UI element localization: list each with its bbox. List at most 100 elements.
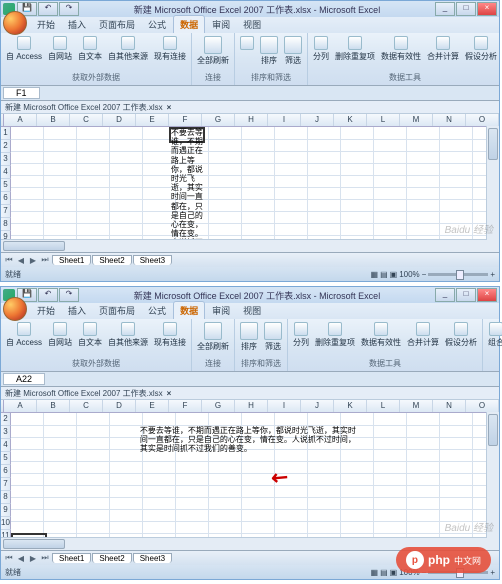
whatif-button[interactable]: 假设分析 [443,321,479,349]
text-to-col-button[interactable]: 分列 [291,321,311,349]
col-header-J[interactable]: J [301,400,334,412]
row-header-4[interactable]: 4 [1,439,11,452]
col-header-G[interactable]: G [202,114,235,126]
refresh-all-button[interactable]: 全部刷新 [195,35,231,67]
doc-close-icon[interactable]: × [167,103,172,112]
col-header-M[interactable]: M [400,114,433,126]
filter-button[interactable]: 筛选 [262,321,284,353]
office-button[interactable] [3,11,27,35]
validation-button[interactable]: 数据有效性 [379,35,423,63]
row-header-8[interactable]: 8 [1,218,11,231]
qat-redo-icon[interactable]: ↷ [59,2,79,16]
hscroll[interactable] [1,239,487,252]
sheet-nav-first[interactable]: ⏮ [3,255,15,265]
tab-data[interactable]: 数据 [173,15,205,33]
zoom-level[interactable]: 100% [399,270,419,279]
row-header-6[interactable]: 6 [1,192,11,205]
qat[interactable]: 💾 ↶ ↷ [17,288,79,302]
doc-filename[interactable]: 新建 Microsoft Office Excel 2007 工作表.xlsx [5,102,163,113]
sheet-nav-prev[interactable]: ◀ [15,554,27,563]
tab-home[interactable]: 开始 [31,302,61,319]
col-header-B[interactable]: B [37,400,70,412]
zoom-in-button[interactable]: + [490,568,495,577]
col-header-A[interactable]: A [4,114,37,126]
existing-conn-button[interactable]: 现有连接 [152,35,188,63]
zoom-out-button[interactable]: − [422,270,427,279]
col-header-K[interactable]: K [334,400,367,412]
existing-conn-button[interactable]: 现有连接 [152,321,188,349]
cell-merged-text[interactable]: 不要去等谁，不期而遇正在路上等你，都说时光飞逝，其实时间一直都在，只是自己的心在… [139,425,361,455]
col-header-O[interactable]: O [466,114,499,126]
row-header-7[interactable]: 7 [1,205,11,218]
col-header-L[interactable]: L [367,114,400,126]
consolidate-button[interactable]: 合并计算 [425,35,461,63]
view-break-icon[interactable]: ▣ [390,568,398,577]
sheet-nav-next[interactable]: ▶ [27,554,39,563]
cell-f1-text[interactable]: 不要去等谁，不期而遇正在路上等你，都说时光飞逝，其实时间一直都在，只是自己的心在… [170,127,208,252]
row-header-3[interactable]: 3 [1,153,11,166]
row-header-8[interactable]: 8 [1,491,11,504]
col-header-F[interactable]: F [169,114,202,126]
view-break-icon[interactable]: ▣ [390,270,398,279]
col-header-H[interactable]: H [235,114,268,126]
sheet-nav-prev[interactable]: ◀ [15,256,27,265]
view-layout-icon[interactable]: ▤ [380,568,388,577]
sheet-tab-2[interactable]: Sheet2 [92,255,131,265]
col-header-I[interactable]: I [268,114,301,126]
cells-area[interactable]: 不要去等谁，不期而遇正在路上等你，都说时光飞逝，其实时间一直都在，只是自己的心在… [11,127,499,241]
tab-layout[interactable]: 页面布局 [93,302,141,319]
name-box[interactable]: F1 [3,87,40,99]
from-access-button[interactable]: 自 Access [4,35,44,63]
qat-undo-icon[interactable]: ↶ [38,2,58,16]
col-header-D[interactable]: D [103,400,136,412]
col-header-F[interactable]: F [169,400,202,412]
row-header-2[interactable]: 2 [1,140,11,153]
sheet-nav-last[interactable]: ⏭ [39,255,51,265]
view-layout-icon[interactable]: ▤ [380,270,388,279]
tab-view[interactable]: 视图 [237,302,267,319]
tab-review[interactable]: 审阅 [206,302,236,319]
minimize-button[interactable]: _ [435,288,455,302]
col-header-J[interactable]: J [301,114,334,126]
grid-top[interactable]: ABCDEFGHIJKLMNO 12345678910 不要去等谁，不期而遇正在… [1,114,499,252]
row-header-5[interactable]: 5 [1,179,11,192]
doc-filename[interactable]: 新建 Microsoft Office Excel 2007 工作表.xlsx [5,388,163,399]
col-header-N[interactable]: N [433,400,466,412]
maximize-button[interactable]: □ [456,288,476,302]
cells-area[interactable]: 不要去等谁，不期而遇正在路上等你，都说时光飞逝，其实时间一直都在，只是自己的心在… [11,413,499,539]
sheet-nav-last[interactable]: ⏭ [39,553,51,563]
zoom-slider[interactable] [428,273,488,276]
grid-bottom[interactable]: ABCDEFGHIJKLMNO 2345678910111222 不要去等谁，不… [1,400,499,550]
tab-review[interactable]: 审阅 [206,16,236,33]
whatif-button[interactable]: 假设分析 [463,35,499,63]
tab-view[interactable]: 视图 [237,16,267,33]
view-normal-icon[interactable]: ▦ [371,270,379,279]
tab-insert[interactable]: 插入 [62,16,92,33]
from-other-button[interactable]: 自其他来源 [106,321,150,349]
sheet-nav-first[interactable]: ⏮ [3,553,15,563]
sheet-nav-next[interactable]: ▶ [27,256,39,265]
row-header-3[interactable]: 3 [1,426,11,439]
from-web-button[interactable]: 自网站 [46,35,74,63]
maximize-button[interactable]: □ [456,2,476,16]
qat[interactable]: 💾 ↶ ↷ [17,2,79,16]
col-header-N[interactable]: N [433,114,466,126]
col-header-L[interactable]: L [367,400,400,412]
from-web-button[interactable]: 自网站 [46,321,74,349]
sort-button[interactable]: 排序 [238,321,260,353]
tab-home[interactable]: 开始 [31,16,61,33]
col-header-K[interactable]: K [334,114,367,126]
sort-button[interactable]: 排序 [258,35,280,67]
col-header-B[interactable]: B [37,114,70,126]
sheet-tab-3[interactable]: Sheet3 [133,553,172,563]
filter-button[interactable]: 筛选 [282,35,304,67]
office-button[interactable] [3,297,27,321]
from-text-button[interactable]: 自文本 [76,321,104,349]
row-header-5[interactable]: 5 [1,452,11,465]
tab-formula[interactable]: 公式 [142,16,172,33]
from-other-button[interactable]: 自其他来源 [106,35,150,63]
sheet-tab-1[interactable]: Sheet1 [52,255,91,265]
col-header-H[interactable]: H [235,400,268,412]
col-header-O[interactable]: O [466,400,499,412]
close-button[interactable]: × [477,288,497,302]
